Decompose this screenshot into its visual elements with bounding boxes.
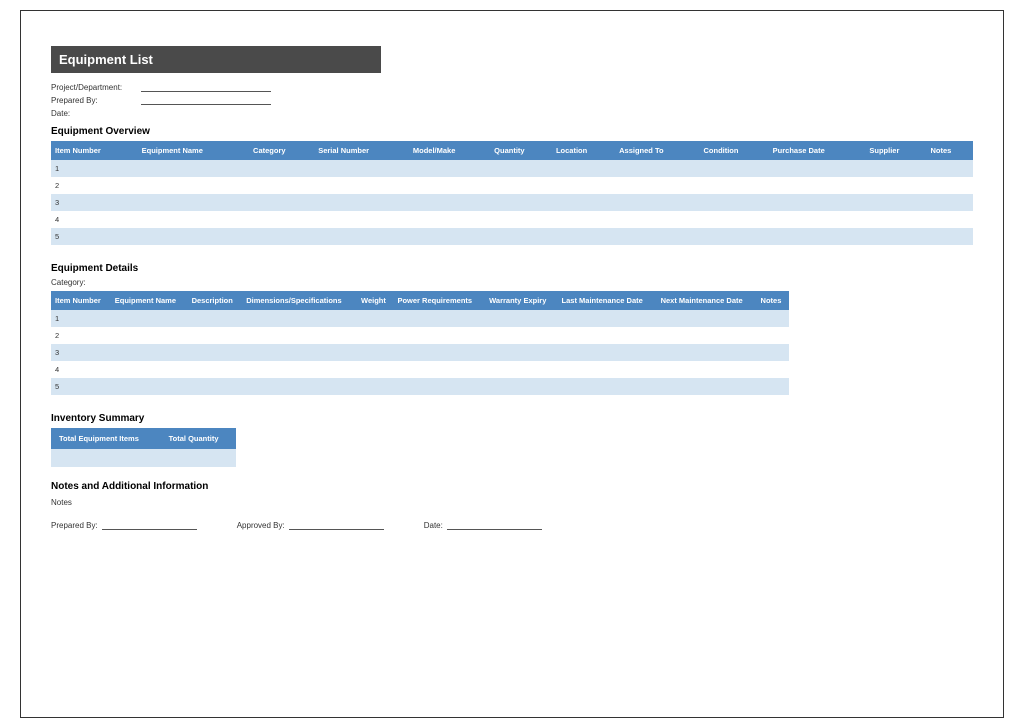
table-overview: Item Number Equipment Name Category Seri…: [51, 141, 973, 245]
col-quantity: Quantity: [490, 141, 552, 160]
label-sig-approved-by: Approved By:: [237, 521, 285, 530]
table-summary-header-row: Total Equipment Items Total Quantity: [51, 428, 236, 449]
col-serial-number: Serial Number: [314, 141, 409, 160]
cell-item-number: 4: [51, 361, 111, 378]
col-notes: Notes: [757, 291, 789, 310]
table-row[interactable]: 5: [51, 228, 973, 245]
cell-item-number: 1: [51, 310, 111, 327]
table-row[interactable]: 4: [51, 211, 973, 228]
table-row[interactable]: 1: [51, 160, 973, 177]
document-title: Equipment List: [51, 46, 381, 73]
col-next-maint: Next Maintenance Date: [657, 291, 757, 310]
sig-prepared-by: Prepared By:: [51, 521, 197, 530]
input-line-sig-approved[interactable]: [289, 521, 384, 530]
col-last-maint: Last Maintenance Date: [558, 291, 657, 310]
heading-summary: Inventory Summary: [51, 413, 973, 424]
table-row[interactable]: 3: [51, 194, 973, 211]
col-category: Category: [249, 141, 314, 160]
input-line-prepared-by[interactable]: [141, 96, 271, 105]
col-equipment-name: Equipment Name: [138, 141, 249, 160]
col-equipment-name: Equipment Name: [111, 291, 188, 310]
label-prepared-by: Prepared By:: [51, 96, 131, 105]
cell-item-number: 2: [51, 327, 111, 344]
col-warranty: Warranty Expiry: [485, 291, 557, 310]
input-line-sig-prepared[interactable]: [102, 521, 197, 530]
label-category: Category:: [51, 278, 973, 287]
label-project: Project/Department:: [51, 83, 131, 92]
signature-row: Prepared By: Approved By: Date:: [51, 521, 973, 530]
col-assigned-to: Assigned To: [615, 141, 699, 160]
field-date: Date:: [51, 109, 973, 118]
col-notes: Notes: [927, 141, 973, 160]
col-location: Location: [552, 141, 615, 160]
col-item-number: Item Number: [51, 141, 138, 160]
col-total-items: Total Equipment Items: [51, 428, 161, 449]
field-prepared-by: Prepared By:: [51, 96, 973, 105]
col-weight: Weight: [357, 291, 393, 310]
heading-overview: Equipment Overview: [51, 126, 973, 137]
col-condition: Condition: [699, 141, 768, 160]
col-purchase-date: Purchase Date: [769, 141, 866, 160]
label-notes: Notes: [51, 498, 973, 507]
col-supplier: Supplier: [865, 141, 926, 160]
field-project: Project/Department:: [51, 83, 973, 92]
sig-date: Date:: [424, 521, 542, 530]
col-total-quantity: Total Quantity: [161, 428, 236, 449]
table-row[interactable]: 4: [51, 361, 789, 378]
cell-item-number: 5: [51, 228, 138, 245]
col-item-number: Item Number: [51, 291, 111, 310]
heading-notes: Notes and Additional Information: [51, 481, 973, 492]
table-row[interactable]: 5: [51, 378, 789, 395]
table-details: Item Number Equipment Name Description D…: [51, 291, 789, 395]
cell-item-number: 4: [51, 211, 138, 228]
table-row[interactable]: 1: [51, 310, 789, 327]
heading-details: Equipment Details: [51, 263, 973, 274]
col-power: Power Requirements: [393, 291, 485, 310]
cell-item-number: 2: [51, 177, 138, 194]
cell-item-number: 3: [51, 344, 111, 361]
table-overview-header-row: Item Number Equipment Name Category Seri…: [51, 141, 973, 160]
table-row[interactable]: 2: [51, 177, 973, 194]
input-line-project[interactable]: [141, 83, 271, 92]
table-row[interactable]: [51, 449, 236, 467]
label-date: Date:: [51, 109, 131, 118]
col-dimensions: Dimensions/Specifications: [242, 291, 357, 310]
table-row[interactable]: 3: [51, 344, 789, 361]
col-model-make: Model/Make: [409, 141, 490, 160]
sig-approved-by: Approved By:: [237, 521, 384, 530]
cell-item-number: 1: [51, 160, 138, 177]
col-description: Description: [188, 291, 243, 310]
table-row[interactable]: 2: [51, 327, 789, 344]
table-details-header-row: Item Number Equipment Name Description D…: [51, 291, 789, 310]
label-sig-prepared-by: Prepared By:: [51, 521, 98, 530]
header-fields: Project/Department: Prepared By: Date:: [51, 83, 973, 118]
cell-item-number: 3: [51, 194, 138, 211]
table-summary: Total Equipment Items Total Quantity: [51, 428, 236, 467]
cell-item-number: 5: [51, 378, 111, 395]
label-sig-date: Date:: [424, 521, 443, 530]
input-line-sig-date[interactable]: [447, 521, 542, 530]
document-page: Equipment List Project/Department: Prepa…: [20, 10, 1004, 718]
